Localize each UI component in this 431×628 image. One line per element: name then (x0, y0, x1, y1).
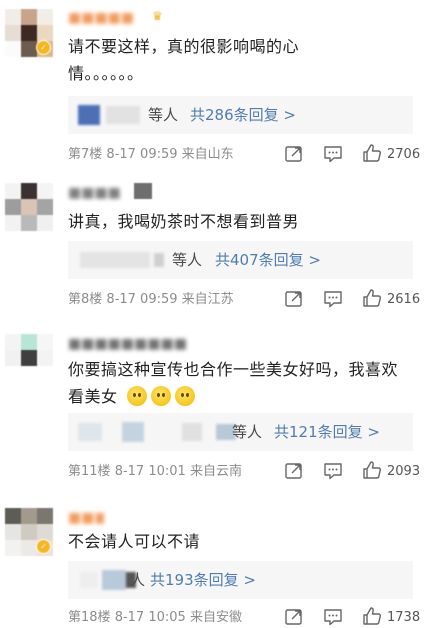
like-count: 2706 (387, 147, 421, 162)
comment-icon[interactable] (323, 607, 343, 627)
smile-emoji-icon (175, 386, 196, 406)
username-badge (134, 183, 152, 199)
comment-icon[interactable] (323, 289, 343, 309)
comment-date: 8-17 10:05 (114, 610, 186, 625)
floor-number: 第7楼 (68, 147, 103, 162)
comment-location: 来自安徽 (189, 610, 242, 625)
avatar[interactable]: ✓ (5, 508, 53, 556)
verified-badge-icon: ✓ (36, 40, 51, 55)
comment-text: 不会请人可以不请 (68, 532, 201, 551)
username[interactable]: ■■■■■ (68, 10, 146, 26)
comment-text: 请不要这样，真的很影响喝的心 情。。。。。。 (68, 37, 300, 83)
comment-icon[interactable] (323, 461, 343, 481)
verified-badge-icon: ✓ (36, 539, 51, 554)
thumbs-up-icon[interactable] (362, 143, 382, 163)
reply-count-link[interactable]: 共193条回复 > (150, 570, 256, 590)
like-count: 2616 (387, 292, 421, 307)
thumbs-up-icon[interactable] (362, 606, 382, 626)
reply-count-link[interactable]: 共286条回复 > (190, 105, 296, 125)
reply-who: 等人 (172, 251, 203, 269)
comment-date: 8-17 09:59 (106, 147, 178, 162)
reply-count-link[interactable]: 共121条回复 > (274, 422, 380, 442)
comment-text: 你要搞这种宣传也合作一些美女好吗，我喜欢 看美女 (68, 360, 399, 406)
share-icon[interactable] (284, 144, 304, 164)
username[interactable]: ■■■ (68, 510, 104, 526)
comment-text: 讲真，我喝奶茶时不想看到普男 (68, 212, 300, 231)
reply-who: 等人 (148, 106, 179, 124)
reply-count-link[interactable]: 共407条回复 > (215, 250, 321, 270)
floor-number: 第18楼 (68, 610, 111, 625)
thumbs-up-icon[interactable] (362, 288, 382, 308)
comment-location: 来自云南 (189, 464, 242, 479)
avatar[interactable]: ✓ (5, 9, 53, 57)
reply-who: 人 (130, 571, 146, 589)
comment-date: 8-17 09:59 (106, 292, 178, 307)
avatar[interactable] (5, 183, 53, 231)
comment-location: 来自江苏 (181, 292, 234, 307)
share-icon[interactable] (284, 607, 304, 627)
reply-preview[interactable]: 等人 共121条回复 > (68, 413, 413, 451)
floor-number: 第8楼 (68, 292, 103, 307)
reply-who: 等人 (232, 423, 263, 441)
username[interactable]: ■■■■ (68, 185, 128, 201)
comment-meta: 第18楼 8-17 10:05 来自安徽 (68, 609, 242, 627)
share-icon[interactable] (284, 289, 304, 309)
comment-meta: 第7楼 8-17 09:59 来自山东 (68, 146, 234, 164)
reply-preview[interactable]: 等人 共286条回复 > (68, 96, 413, 134)
comment-icon[interactable] (323, 144, 343, 164)
comment-date: 8-17 10:01 (114, 464, 186, 479)
smile-emoji-icon (127, 386, 148, 406)
thumbs-up-icon[interactable] (362, 460, 382, 480)
like-count: 2093 (387, 464, 421, 479)
comment-meta: 第11楼 8-17 10:01 来自云南 (68, 463, 242, 481)
floor-number: 第11楼 (68, 464, 111, 479)
comment-meta: 第8楼 8-17 09:59 来自江苏 (68, 291, 234, 309)
username[interactable]: ■■■■■■■■■ (68, 336, 214, 352)
smile-emoji-icon (151, 386, 172, 406)
reply-preview[interactable]: 等人 共407条回复 > (68, 241, 413, 279)
comment-location: 来自山东 (181, 147, 234, 162)
reply-preview[interactable]: 人 共193条回复 > (68, 561, 413, 599)
crown-icon: ♛ (152, 9, 163, 23)
avatar[interactable] (5, 334, 53, 382)
share-icon[interactable] (284, 461, 304, 481)
like-count: 1738 (387, 610, 421, 625)
